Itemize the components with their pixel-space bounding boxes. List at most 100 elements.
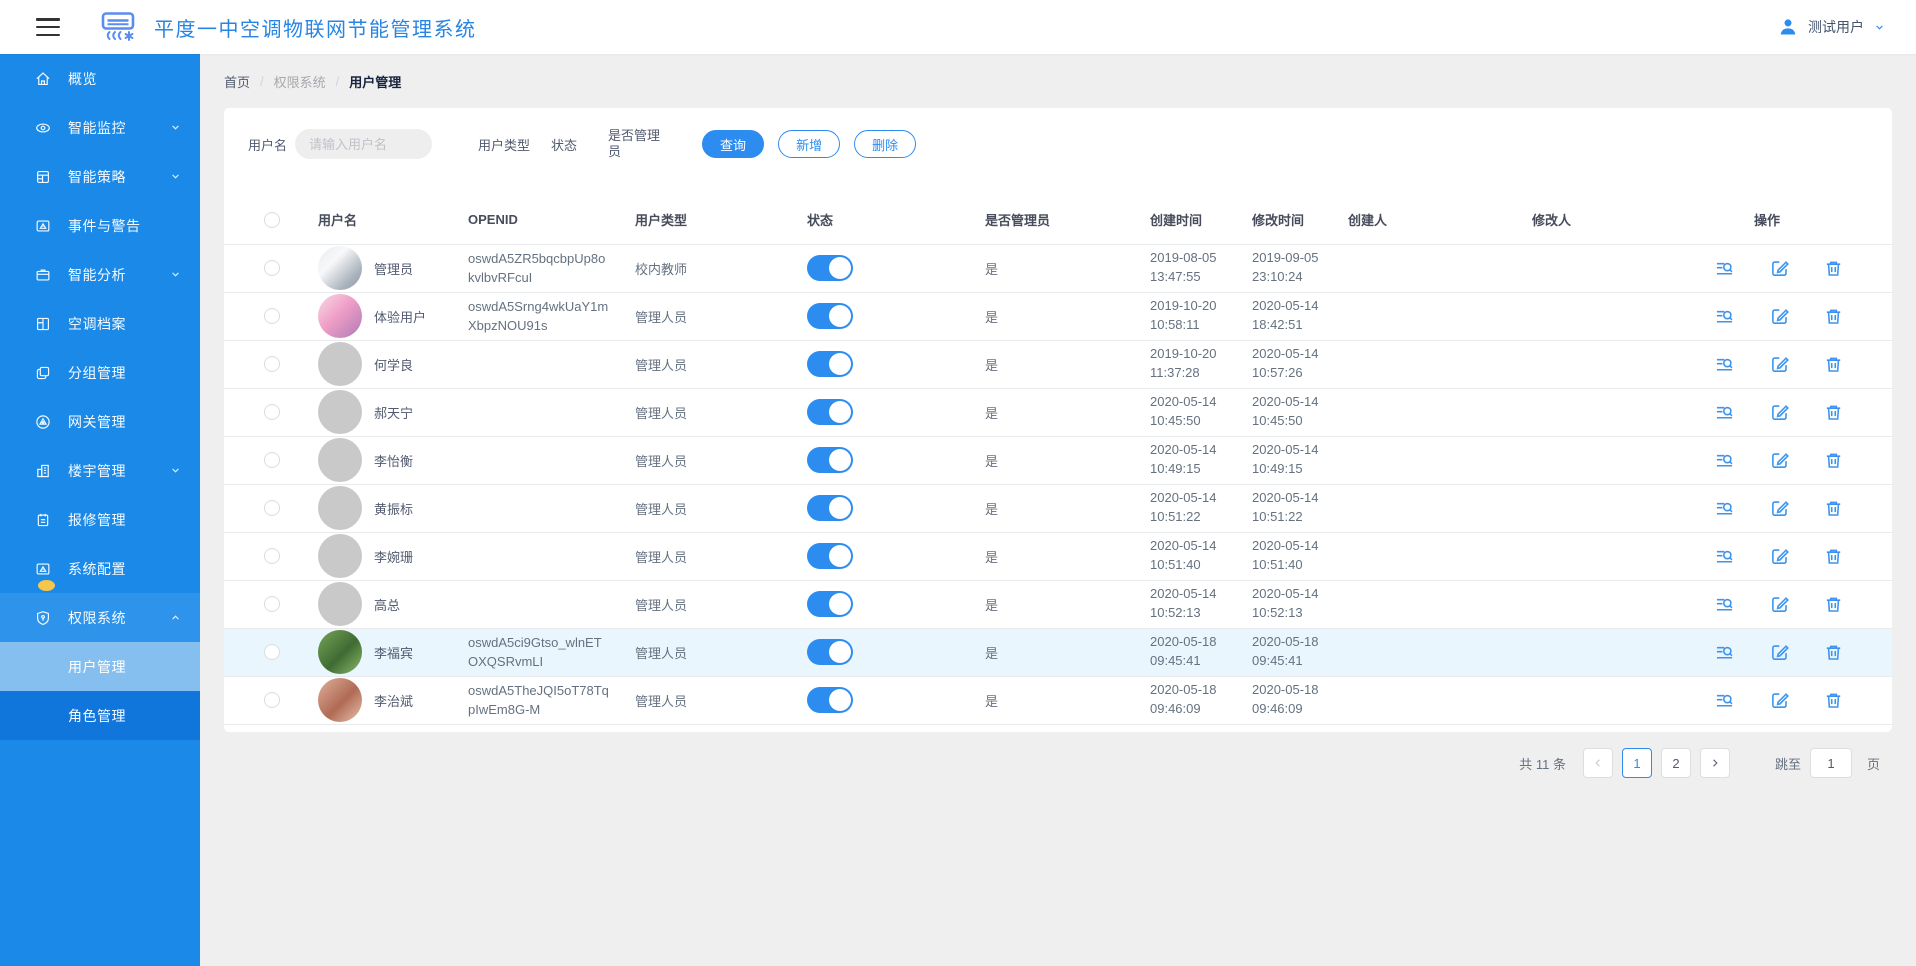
detail-icon[interactable]	[1714, 258, 1735, 279]
sidebar-item-overview[interactable]: 概览	[0, 54, 200, 103]
row-radio[interactable]	[264, 404, 280, 421]
sidebar-item-config[interactable]: 系统配置	[0, 544, 200, 593]
delete-icon[interactable]	[1823, 642, 1844, 663]
sidebar-subitem-user-management[interactable]: 用户管理	[0, 642, 200, 691]
user-menu[interactable]: 测试用户	[1777, 16, 1886, 38]
sidebar-item-repair[interactable]: 报修管理	[0, 495, 200, 544]
creator	[1332, 676, 1516, 725]
sidebar-item-building[interactable]: 楼宇管理	[0, 446, 200, 495]
delete-icon[interactable]	[1823, 306, 1844, 327]
edit-icon[interactable]	[1769, 258, 1790, 279]
sidebar-item-gateway[interactable]: 网关管理	[0, 397, 200, 446]
row-radio[interactable]	[264, 500, 280, 517]
jump-page-input[interactable]	[1809, 748, 1852, 778]
status-toggle[interactable]	[807, 255, 853, 281]
status-toggle[interactable]	[807, 447, 853, 473]
modifier	[1516, 436, 1698, 485]
edit-icon[interactable]	[1769, 354, 1790, 375]
edit-icon[interactable]	[1769, 594, 1790, 615]
edit-icon[interactable]	[1769, 498, 1790, 519]
avatar	[318, 438, 362, 482]
status-toggle[interactable]	[807, 591, 853, 617]
creator	[1332, 628, 1516, 677]
row-radio[interactable]	[264, 308, 280, 325]
openid: oswdA5ZR5bqcbpUp8okvlbvRFcuI	[468, 250, 606, 286]
user-type: 管理人员	[619, 292, 791, 341]
query-button[interactable]: 查询	[702, 130, 765, 158]
username: 李福宾	[374, 645, 414, 661]
edit-icon[interactable]	[1769, 450, 1790, 471]
col-creator: 创建人	[1332, 196, 1516, 245]
detail-icon[interactable]	[1714, 402, 1735, 423]
modifier	[1516, 340, 1698, 389]
status-toggle[interactable]	[807, 303, 853, 329]
sidebar-item-monitor[interactable]: 智能监控	[0, 103, 200, 152]
created-time: 2020-05-14 10:49:15	[1134, 436, 1236, 485]
username: 李怡衡	[374, 453, 414, 469]
delete-button[interactable]: 删除	[854, 130, 917, 158]
status-toggle[interactable]	[807, 543, 853, 569]
row-radio[interactable]	[264, 548, 280, 565]
chevron-down-icon	[169, 464, 182, 477]
avatar	[318, 582, 362, 626]
edit-icon[interactable]	[1769, 306, 1790, 327]
detail-icon[interactable]	[1714, 690, 1735, 711]
hamburger-icon[interactable]	[36, 18, 60, 36]
notification-badge	[38, 580, 55, 591]
sidebar-item-analysis[interactable]: 智能分析	[0, 250, 200, 299]
breadcrumb-home[interactable]: 首页	[224, 72, 250, 91]
avatar	[318, 342, 362, 386]
detail-icon[interactable]	[1714, 642, 1735, 663]
delete-icon[interactable]	[1823, 402, 1844, 423]
status-toggle[interactable]	[807, 351, 853, 377]
detail-icon[interactable]	[1714, 546, 1735, 567]
delete-icon[interactable]	[1823, 258, 1844, 279]
detail-icon[interactable]	[1714, 594, 1735, 615]
air-conditioner-icon	[96, 5, 140, 49]
sidebar-item-events[interactable]: 事件与警告	[0, 201, 200, 250]
row-radio[interactable]	[264, 692, 280, 709]
sidebar-item-group[interactable]: 分组管理	[0, 348, 200, 397]
add-button[interactable]: 新增	[778, 130, 841, 158]
is-admin: 是	[969, 628, 1134, 677]
delete-icon[interactable]	[1823, 354, 1844, 375]
delete-icon[interactable]	[1823, 594, 1844, 615]
status-toggle[interactable]	[807, 639, 853, 665]
sidebar-item-archive[interactable]: 空调档案	[0, 299, 200, 348]
page-button-1[interactable]: 1	[1621, 748, 1652, 778]
detail-icon[interactable]	[1714, 306, 1735, 327]
edit-icon[interactable]	[1769, 642, 1790, 663]
username-filter-label: 用户名	[248, 137, 288, 153]
edit-icon[interactable]	[1769, 546, 1790, 567]
status-toggle[interactable]	[807, 687, 853, 713]
status-filter-label: 状态	[551, 137, 578, 153]
status-toggle[interactable]	[807, 399, 853, 425]
row-radio[interactable]	[264, 644, 280, 661]
detail-icon[interactable]	[1714, 354, 1735, 375]
prev-page-button[interactable]	[1582, 748, 1613, 778]
delete-icon[interactable]	[1823, 546, 1844, 567]
page-button-2[interactable]: 2	[1660, 748, 1691, 778]
delete-icon[interactable]	[1823, 690, 1844, 711]
row-radio[interactable]	[264, 356, 280, 373]
edit-icon[interactable]	[1769, 690, 1790, 711]
detail-icon[interactable]	[1714, 498, 1735, 519]
created-time: 2019-10-20 10:58:11	[1134, 292, 1236, 341]
edit-icon[interactable]	[1769, 402, 1790, 423]
delete-icon[interactable]	[1823, 498, 1844, 519]
next-page-button[interactable]	[1699, 748, 1730, 778]
row-radio[interactable]	[264, 260, 280, 277]
sidebar-item-strategy[interactable]: 智能策略	[0, 152, 200, 201]
creator	[1332, 436, 1516, 485]
sidebar-item-permission[interactable]: 权限系统	[0, 593, 200, 642]
delete-icon[interactable]	[1823, 450, 1844, 471]
breadcrumb-permission-system: 权限系统	[273, 74, 326, 90]
select-all-radio[interactable]	[264, 212, 280, 229]
status-toggle[interactable]	[807, 495, 853, 521]
modified-time: 2019-09-05 23:10:24	[1236, 244, 1332, 293]
row-radio[interactable]	[264, 452, 280, 469]
username-input[interactable]	[295, 129, 433, 159]
row-radio[interactable]	[264, 596, 280, 613]
detail-icon[interactable]	[1714, 450, 1735, 471]
sidebar-subitem-role-management[interactable]: 角色管理	[0, 691, 200, 740]
